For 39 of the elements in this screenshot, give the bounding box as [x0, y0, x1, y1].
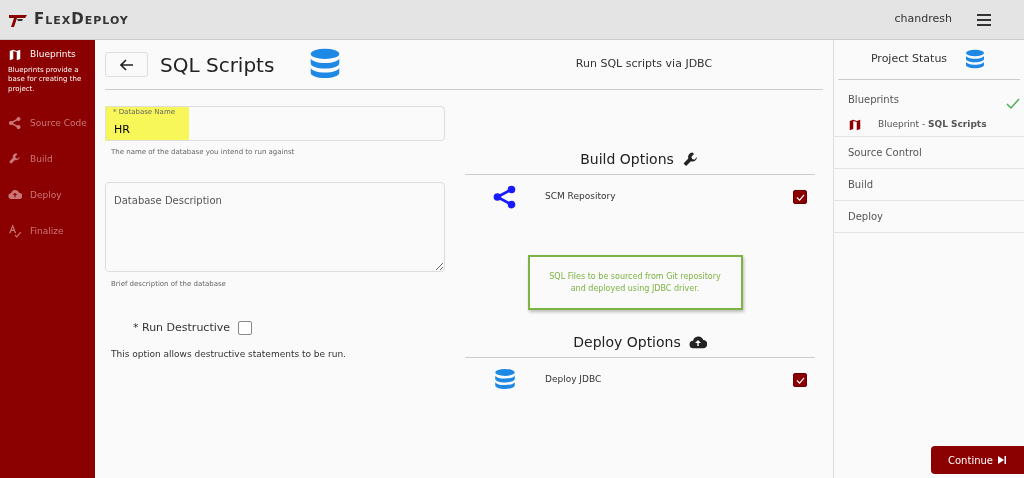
page-title: SQL Scripts — [160, 51, 275, 79]
share-icon — [8, 116, 22, 131]
wrench-icon — [681, 150, 700, 169]
option-label: Deploy JDBC — [545, 373, 603, 387]
status-step: Source Control — [848, 145, 1010, 160]
help-text: This option allows destructive statements to be run. — [111, 348, 347, 361]
map-icon — [848, 118, 862, 132]
sidebar-item[interactable]: Blueprints — [8, 48, 87, 62]
map-icon — [8, 48, 22, 62]
option-label: SCM Repository — [545, 190, 617, 204]
textarea-field[interactable]: Database Description — [105, 181, 445, 272]
status-step: Build — [848, 177, 1010, 192]
checkbox-label: * Run Destructive — [133, 319, 231, 336]
checkbox[interactable] — [793, 190, 807, 204]
logo-icon — [8, 12, 30, 27]
checkbox[interactable] — [238, 320, 253, 335]
skip-forward-icon — [997, 455, 1007, 465]
info-note: SQL Files to be sourced from Git repository and deployed using JDBC driver. — [527, 255, 743, 310]
back-arrow-icon — [119, 58, 134, 71]
logo-text: FlexDeploy — [34, 9, 129, 31]
continue-button[interactable]: Continue — [931, 446, 1024, 474]
sidebar-item[interactable]: Finalize — [8, 224, 87, 239]
panel-title: Project Status — [870, 51, 948, 68]
back-button[interactable] — [105, 52, 148, 77]
status-detail: Blueprint - SQL Scripts — [878, 118, 987, 132]
user-name: chandresh — [894, 11, 952, 28]
status-step: Deploy — [848, 209, 1010, 224]
sidebar-item[interactable]: Build — [8, 152, 87, 167]
menu-icon — [976, 12, 992, 27]
page-subtitle: Run SQL scripts via JDBC — [574, 56, 714, 73]
checkbox[interactable] — [793, 373, 807, 387]
sidebar-item[interactable]: Deploy — [8, 188, 87, 203]
share-icon — [492, 184, 518, 210]
sidebar-item[interactable]: Source Code — [8, 116, 87, 131]
section-title: Deploy Options — [573, 333, 681, 352]
status-step: Blueprints — [848, 91, 1006, 107]
spellcheck-icon — [8, 224, 22, 239]
menu-button[interactable] — [976, 12, 992, 27]
section-title: Build Options — [580, 150, 674, 169]
